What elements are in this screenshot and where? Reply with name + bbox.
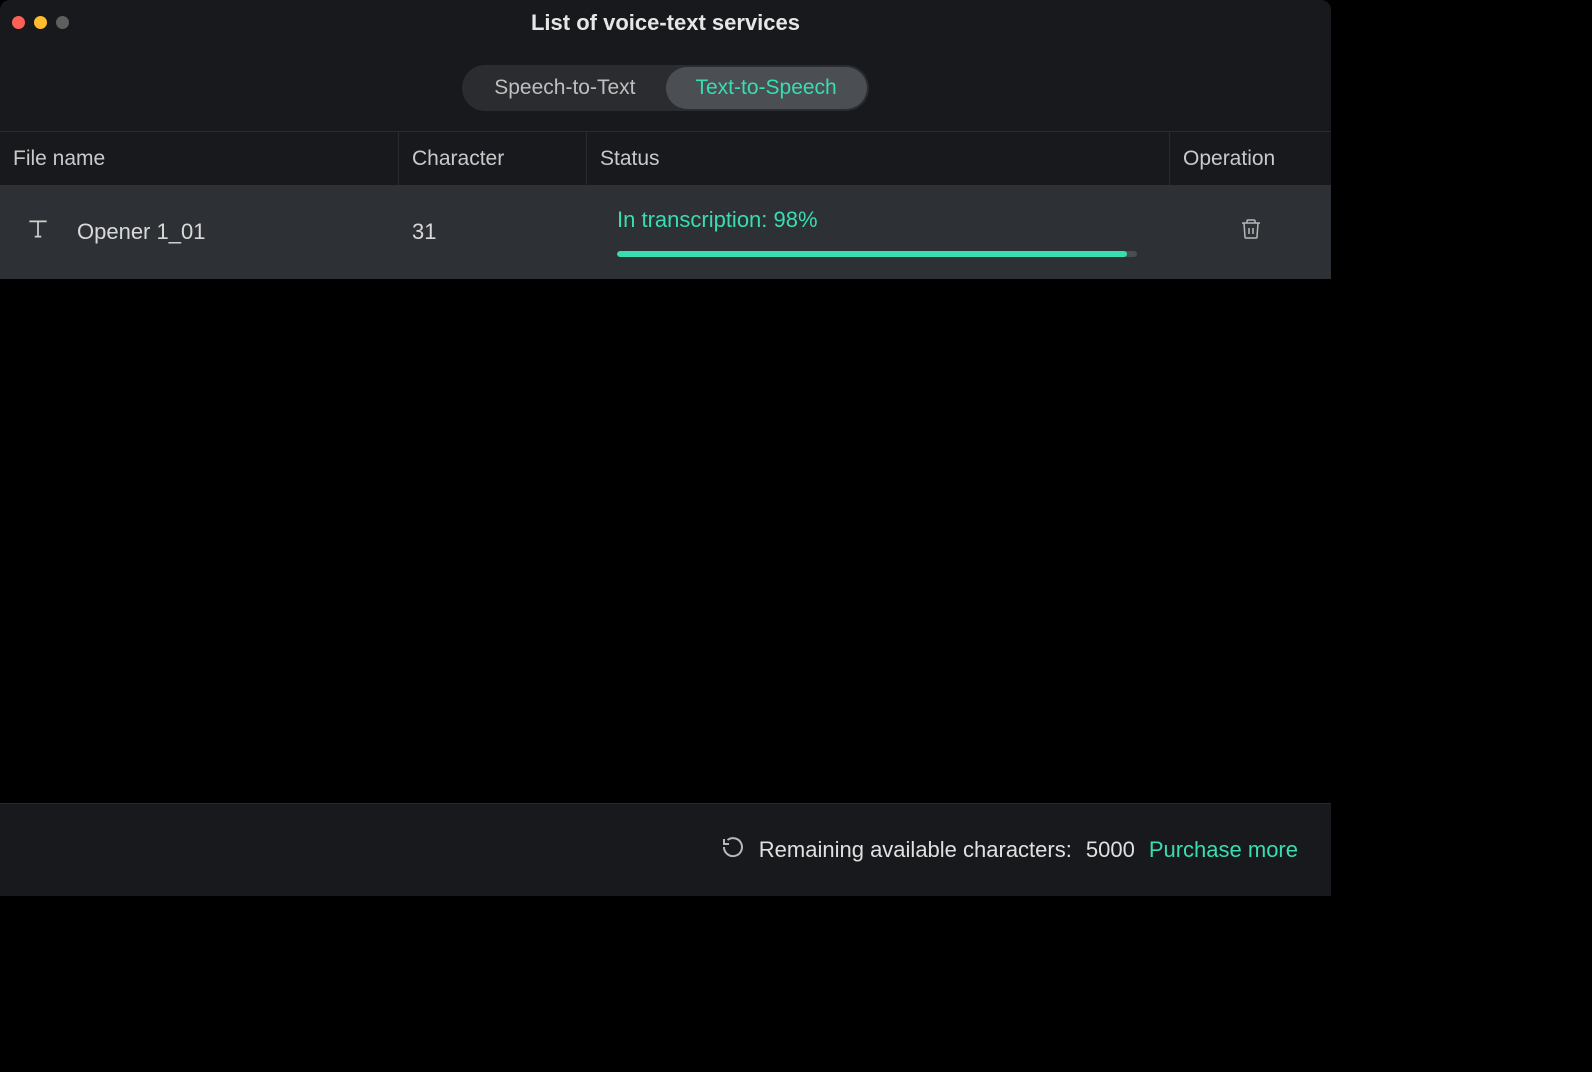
column-header-character: Character	[399, 132, 587, 185]
cell-filename: Opener 1_01	[0, 185, 399, 279]
progress-track	[617, 251, 1137, 257]
file-name-label: Opener 1_01	[77, 219, 205, 245]
refresh-button[interactable]	[721, 835, 745, 865]
cell-operation	[1170, 185, 1331, 279]
window-controls	[12, 16, 69, 29]
column-header-operation: Operation	[1170, 132, 1331, 185]
table-body: Opener 1_01 31 In transcription: 98%	[0, 185, 1331, 803]
column-header-filename: File name	[0, 132, 399, 185]
trash-icon	[1239, 216, 1263, 242]
tabs-container: Speech-to-Text Text-to-Speech	[0, 45, 1331, 131]
tab-speech-to-text[interactable]: Speech-to-Text	[464, 67, 665, 109]
titlebar: List of voice-text services	[0, 0, 1331, 45]
close-window-button[interactable]	[12, 16, 25, 29]
window-title: List of voice-text services	[531, 10, 800, 36]
minimize-window-button[interactable]	[34, 16, 47, 29]
progress-bar	[617, 251, 1127, 257]
cell-status: In transcription: 98%	[587, 185, 1170, 279]
text-icon	[25, 216, 51, 248]
maximize-window-button[interactable]	[56, 16, 69, 29]
voice-text-services-window: List of voice-text services Speech-to-Te…	[0, 0, 1331, 896]
refresh-icon	[721, 835, 745, 859]
table-header: File name Character Status Operation	[0, 131, 1331, 185]
remaining-count: 5000	[1086, 837, 1135, 863]
remaining-label: Remaining available characters:	[759, 837, 1072, 863]
purchase-more-link[interactable]: Purchase more	[1149, 837, 1298, 863]
status-text: In transcription: 98%	[617, 207, 818, 233]
column-header-status: Status	[587, 132, 1170, 185]
tab-text-to-speech[interactable]: Text-to-Speech	[666, 67, 867, 109]
footer: Remaining available characters: 5000 Pur…	[0, 803, 1331, 896]
tabs: Speech-to-Text Text-to-Speech	[462, 65, 869, 111]
delete-button[interactable]	[1239, 216, 1263, 248]
table-row: Opener 1_01 31 In transcription: 98%	[0, 185, 1331, 279]
cell-character: 31	[399, 185, 587, 279]
